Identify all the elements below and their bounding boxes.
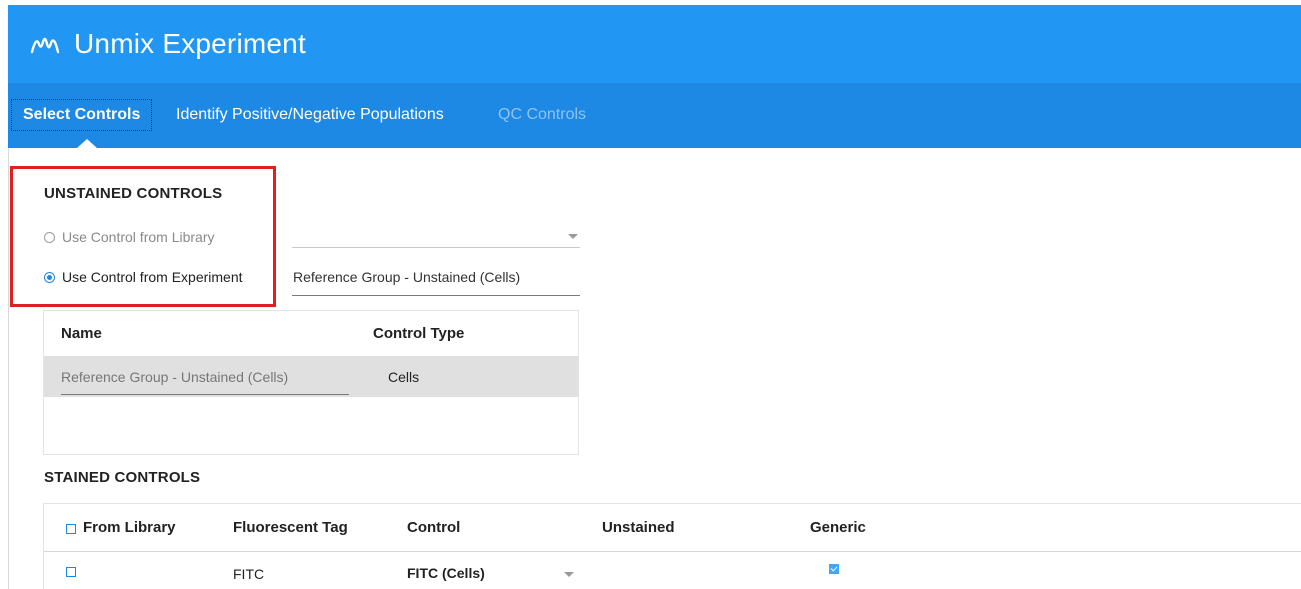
stained-controls-table: From Library Fluorescent Tag Control Uns… bbox=[43, 503, 1301, 589]
page-title: Unmix Experiment bbox=[74, 28, 306, 59]
stained-controls-heading: STAINED CONTROLS bbox=[44, 469, 201, 486]
app-header: Unmix Experiment bbox=[8, 5, 1301, 83]
column-header-unstained: Unstained bbox=[602, 519, 675, 536]
active-tab-indicator bbox=[77, 139, 97, 148]
row-name-cell[interactable]: Reference Group - Unstained (Cells) bbox=[61, 369, 288, 385]
from-library-checkbox[interactable] bbox=[66, 567, 76, 577]
experiment-control-select[interactable]: Reference Group - Unstained (Cells) bbox=[292, 269, 580, 296]
library-control-select[interactable] bbox=[292, 225, 580, 248]
experiment-control-select-value: Reference Group - Unstained (Cells) bbox=[293, 269, 521, 285]
column-header-control-type: Control Type bbox=[373, 325, 465, 342]
column-header-fluorescent-tag: Fluorescent Tag bbox=[233, 519, 348, 536]
radio-checked-icon[interactable] bbox=[44, 271, 55, 283]
chevron-down-icon[interactable] bbox=[568, 234, 578, 239]
tab-bar: Select Controls Identify Positive/Negati… bbox=[8, 83, 1301, 148]
table-row[interactable]: Reference Group - Unstained (Cells) Cell… bbox=[44, 356, 578, 397]
table-header-divider bbox=[44, 551, 1301, 552]
column-header-control: Control bbox=[407, 519, 461, 536]
column-header-name: Name bbox=[61, 325, 102, 342]
unstained-controls-heading: UNSTAINED CONTROLS bbox=[44, 185, 223, 202]
wave-logo-icon bbox=[30, 32, 62, 56]
tab-select-controls[interactable]: Select Controls bbox=[11, 99, 153, 131]
tab-qc-controls: QC Controls bbox=[498, 106, 587, 123]
from-library-select-all-checkbox[interactable] bbox=[66, 524, 76, 534]
tab-identify-populations[interactable]: Identify Positive/Negative Populations bbox=[176, 100, 444, 130]
unstained-controls-table: Name Control Type Reference Group - Unst… bbox=[43, 310, 579, 455]
fluorescent-tag-cell: FITC bbox=[233, 566, 265, 582]
content-left-border bbox=[8, 148, 9, 589]
chevron-down-icon[interactable] bbox=[564, 572, 574, 577]
radio-use-library[interactable]: Use Control from Library bbox=[44, 229, 215, 245]
row-type-cell: Cells bbox=[388, 369, 420, 385]
radio-use-experiment-label: Use Control from Experiment bbox=[62, 269, 243, 285]
radio-use-experiment[interactable]: Use Control from Experiment bbox=[44, 269, 243, 285]
radio-unchecked-icon[interactable] bbox=[44, 231, 55, 243]
column-header-from-library: From Library bbox=[83, 519, 176, 536]
radio-use-library-label: Use Control from Library bbox=[62, 229, 215, 245]
row-name-underline bbox=[61, 394, 349, 395]
column-header-generic: Generic bbox=[810, 519, 866, 536]
generic-checkbox[interactable] bbox=[829, 564, 839, 574]
control-select[interactable]: FITC (Cells) bbox=[407, 565, 485, 581]
